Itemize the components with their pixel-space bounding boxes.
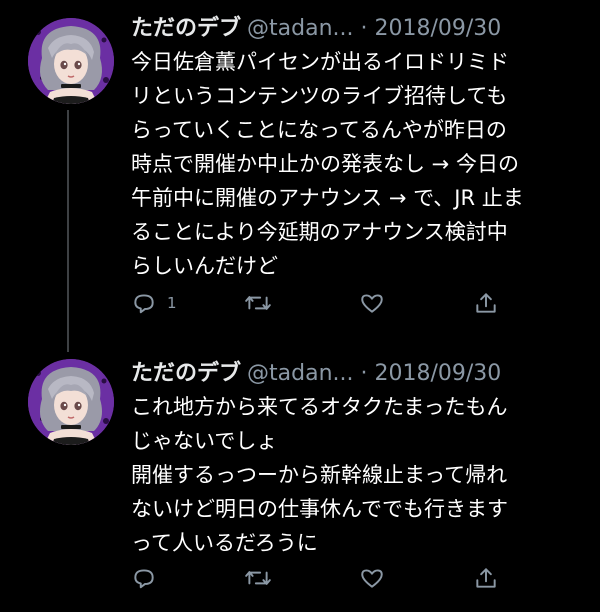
tweet-text-line: じゃないでしょ [131, 429, 278, 453]
tweet-text-line: リというコンテンツのライブ招待しても [131, 84, 508, 108]
display-name[interactable]: ただのデブ [131, 361, 241, 386]
tweet-date[interactable]: 2018/09/30 [375, 361, 502, 386]
tweet-text-line: 午前中に開催のアナウンス → で、JR 止ま [131, 186, 524, 210]
tweet-text-line: らしいんだけど [131, 254, 278, 278]
heart-icon [361, 294, 383, 313]
reply-button[interactable] [131, 563, 167, 593]
retweet-button[interactable] [244, 563, 282, 593]
separator-dot: · [360, 361, 368, 386]
tweet-text-line: 今日佐倉薫パイセンが出るイロドリミド [131, 50, 509, 74]
tweet-text-line: らっていくことになってるんやが昨日の [131, 118, 507, 142]
tweet-header: ただのデブ @tadan... · 2018/09/30 [131, 357, 501, 391]
tweet-text-line: 時点で開催か中止かの発表なし → 今日の [131, 152, 519, 176]
reply-count: 1 [167, 294, 177, 312]
tweet-actions: 1 [131, 288, 571, 318]
user-handle[interactable]: @tadan... [247, 361, 353, 386]
avatar[interactable] [28, 18, 114, 104]
avatar-anime-girl-icon [28, 18, 114, 104]
retweet-icon [245, 571, 271, 585]
like-button[interactable] [359, 288, 395, 318]
tweet-text-line: って人いるだろうに [131, 531, 318, 555]
share-button[interactable] [473, 288, 499, 318]
tweet-text: これ地方から来てるオタクたまったもん じゃないでしょ 開催するっつーから新幹線止… [131, 390, 571, 560]
reply-button[interactable]: 1 [131, 288, 177, 318]
retweet-button[interactable] [244, 288, 282, 318]
tweet-text-line: ることにより今延期のアナウンス検討中 [131, 220, 508, 244]
reply-icon [134, 569, 154, 589]
tweet-text-line: ないけど明日の仕事休んででも行きます [131, 497, 508, 521]
tweet-text: 今日佐倉薫パイセンが出るイロドリミド リというコンテンツのライブ招待しても らっ… [131, 45, 571, 283]
tweet[interactable]: ただのデブ @tadan... · 2018/09/30 今日佐倉薫パイセンが出る… [0, 0, 600, 345]
tweet-date[interactable]: 2018/09/30 [375, 16, 502, 41]
user-handle[interactable]: @tadan... [247, 16, 353, 41]
tweet-actions [131, 563, 571, 593]
reply-icon [134, 294, 154, 314]
retweet-icon [245, 296, 271, 310]
tweet-header: ただのデブ @tadan... · 2018/09/30 [131, 12, 501, 46]
share-button[interactable] [473, 563, 499, 593]
avatar[interactable] [28, 359, 114, 445]
display-name[interactable]: ただのデブ [131, 16, 241, 41]
tweet-text-line: 開催するっつーから新幹線止まって帰れ [131, 463, 508, 487]
avatar-anime-girl-icon [28, 359, 114, 445]
share-icon [476, 293, 496, 313]
like-button[interactable] [359, 563, 395, 593]
heart-icon [361, 569, 383, 588]
tweet[interactable]: ただのデブ @tadan... · 2018/09/30 これ地方から来てるオタク… [0, 345, 600, 612]
separator-dot: · [360, 16, 368, 41]
tweet-text-line: これ地方から来てるオタクたまったもん [131, 395, 508, 419]
share-icon [476, 568, 496, 588]
